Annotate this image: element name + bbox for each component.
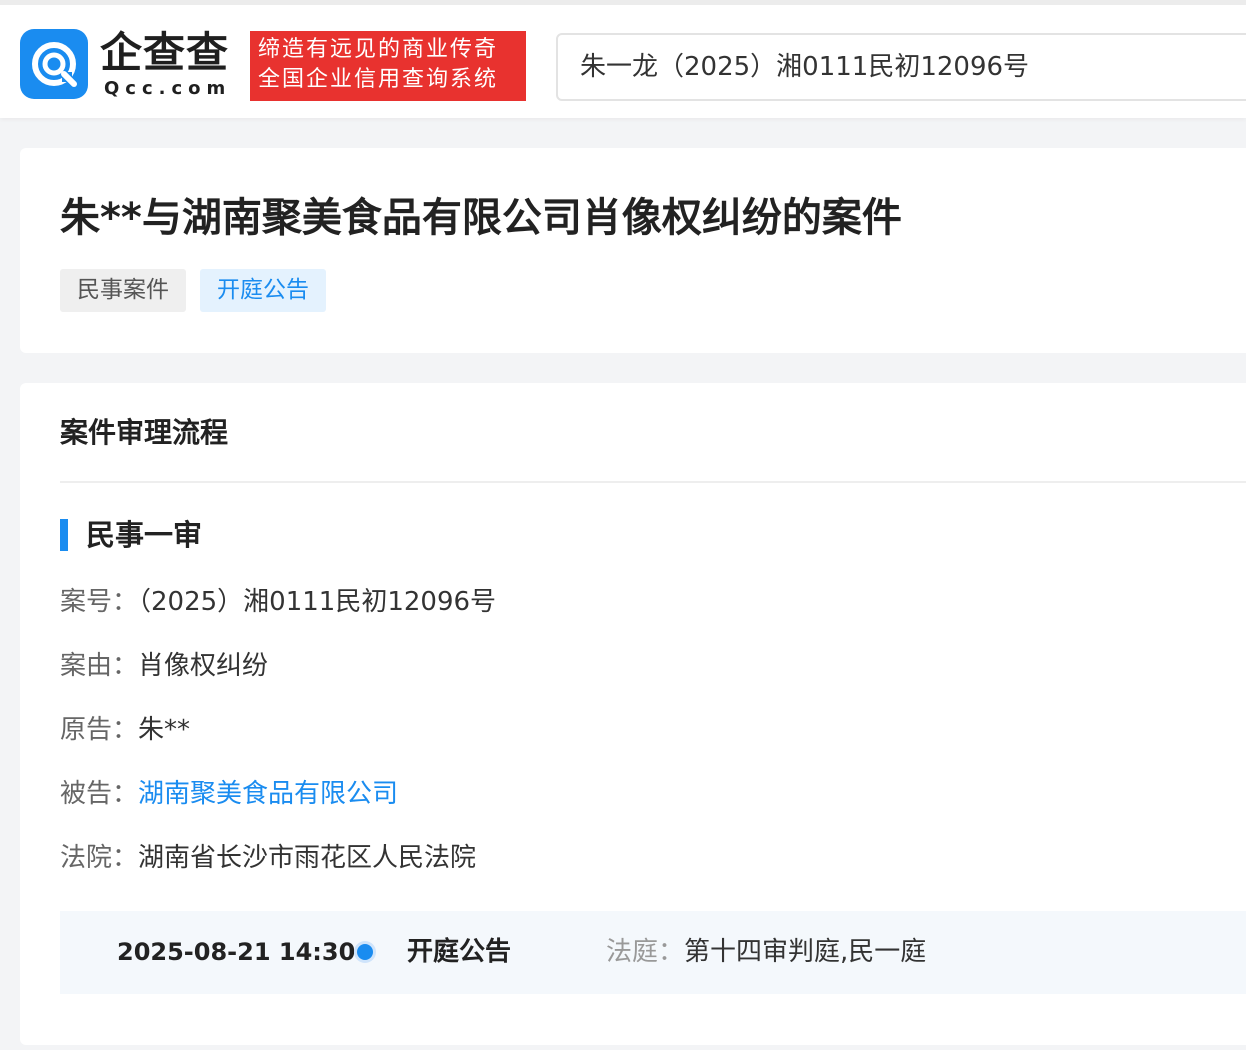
case-title: 朱**与湖南聚美食品有限公司肖像权纠纷的案件: [60, 195, 902, 241]
tag-hearing-notice[interactable]: 开庭公告: [200, 269, 326, 312]
field-plaintiff: 原告：朱**: [60, 710, 190, 750]
tag-civil-case[interactable]: 民事案件: [60, 269, 186, 312]
site-header: 企查查 Qcc.com 缔造有远见的商业传奇 全国企业信用查询系统 朱一龙（20…: [0, 0, 1246, 118]
field-value: 肖像权纠纷: [138, 651, 269, 681]
timeline-court-label: 法庭：: [606, 937, 685, 967]
field-value: 湖南省长沙市雨花区人民法院: [138, 843, 477, 873]
field-label: 原告：: [60, 715, 139, 745]
timeline-dot-icon: [357, 944, 373, 960]
field-label: 案由：: [60, 651, 139, 681]
logo-domain: Qcc.com: [104, 78, 232, 99]
field-case-cause: 案由：肖像权纠纷: [60, 646, 268, 686]
logo-name[interactable]: 企查查: [100, 29, 229, 77]
search-input[interactable]: 朱一龙（2025）湘0111民初12096号: [556, 33, 1246, 101]
timeline-court: 法庭：第十四审判庭,民一庭: [606, 911, 926, 994]
defendant-link[interactable]: 湖南聚美食品有限公司: [138, 779, 398, 809]
timeline-datetime: 2025-08-21 14:30: [117, 938, 356, 966]
case-title-card: 朱**与湖南聚美食品有限公司肖像权纠纷的案件 民事案件 开庭公告: [20, 148, 1246, 353]
slogan-banner: 缔造有远见的商业传奇 全国企业信用查询系统: [250, 31, 526, 101]
timeline-event: 开庭公告: [407, 937, 512, 967]
field-value: （2025）湘0111民初12096号: [138, 587, 497, 617]
field-case-number: 案号：（2025）湘0111民初12096号: [60, 582, 496, 622]
field-defendant: 被告：湖南聚美食品有限公司: [60, 774, 398, 814]
case-process-card: 案件审理流程 民事一审 案号：（2025）湘0111民初12096号 案由：肖像…: [20, 383, 1246, 1045]
slogan-line-2: 全国企业信用查询系统: [258, 67, 499, 92]
field-court: 法院：湖南省长沙市雨花区人民法院: [60, 838, 476, 878]
section-title: 案件审理流程: [60, 416, 229, 449]
slogan-line-1: 缔造有远见的商业传奇: [258, 37, 499, 62]
timeline-item: 2025-08-21 14:30 开庭公告 法庭：第十四审判庭,民一庭: [60, 911, 1246, 994]
timeline-court-value: 第十四审判庭,民一庭: [684, 937, 927, 967]
field-label: 案号：: [60, 587, 139, 617]
field-label: 被告：: [60, 779, 139, 809]
qcc-logo-icon[interactable]: [20, 29, 88, 99]
field-label: 法院：: [60, 843, 139, 873]
divider: [60, 481, 1246, 483]
field-value: 朱**: [138, 715, 191, 745]
stage-marker: [60, 519, 68, 551]
stage-title: 民事一审: [86, 518, 203, 552]
